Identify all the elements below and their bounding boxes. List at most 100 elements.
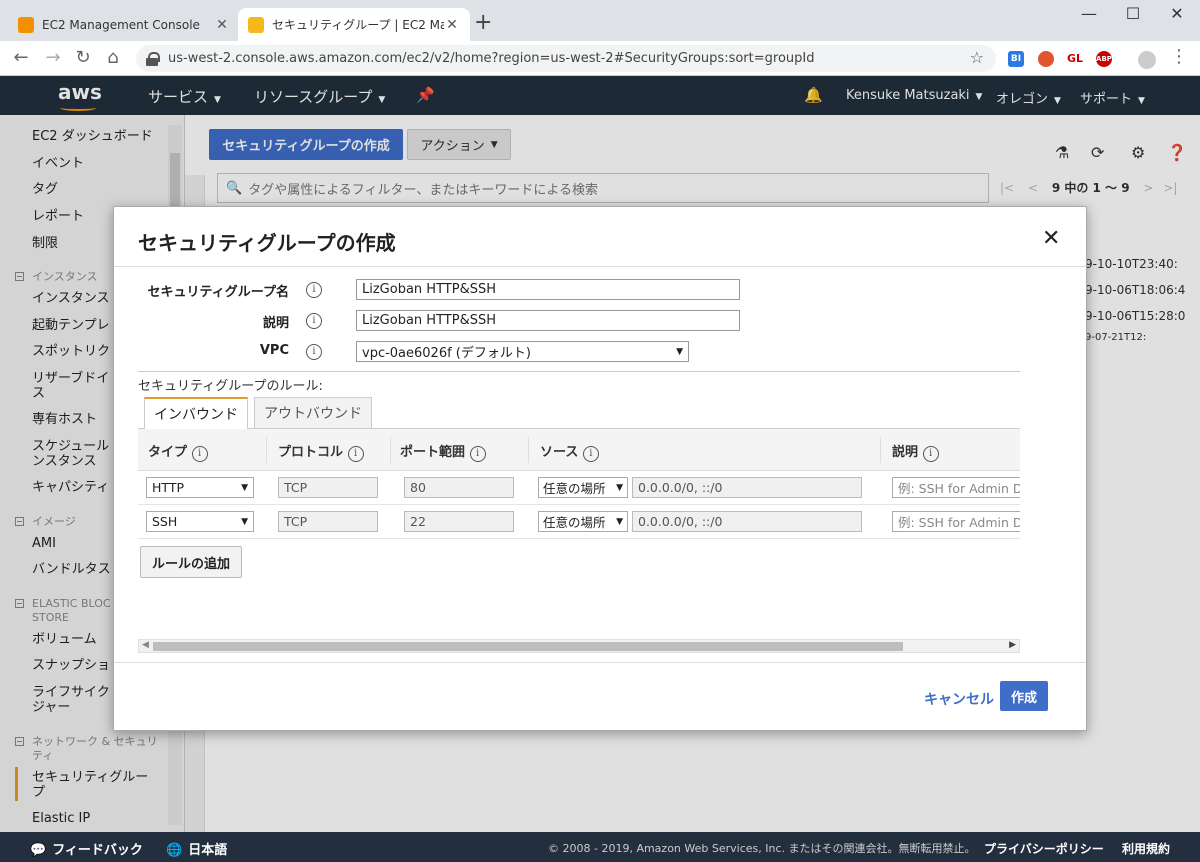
close-icon[interactable]: ✕ — [1042, 226, 1060, 251]
address-bar-row: ← → ↻ ⌂ us-west-2.console.aws.amazon.com… — [0, 41, 1200, 76]
bookmark-star-icon[interactable]: ☆ — [970, 48, 984, 67]
rule-description-input[interactable]: 例: SSH for Admin De — [892, 477, 1020, 498]
minimize-icon[interactable]: — — [1066, 4, 1112, 23]
rule-protocol-field: TCP — [278, 511, 378, 532]
rule-type-select[interactable]: SSH ▼ — [146, 511, 254, 532]
info-icon[interactable]: i — [582, 446, 599, 462]
close-tab-icon[interactable]: ✕ — [444, 17, 460, 33]
divider — [114, 662, 1086, 663]
home-icon[interactable]: ⌂ — [102, 48, 124, 68]
rule-source-select[interactable]: 任意の場所 ▼ — [538, 477, 628, 498]
rules-horizontal-scrollbar[interactable]: ◀ ▶ — [138, 639, 1020, 653]
feedback-link[interactable]: 💬 フィードバック — [30, 839, 143, 858]
rule-cidr-input[interactable]: 0.0.0.0/0, ::/0 — [632, 477, 862, 498]
url-text: us-west-2.console.aws.amazon.com/ec2/v2/… — [168, 51, 815, 66]
divider — [138, 371, 1020, 372]
column-description: 説明 i — [892, 441, 939, 462]
scroll-left-icon[interactable]: ◀ — [142, 640, 149, 650]
divider — [114, 266, 1086, 267]
tab-inbound[interactable]: インバウンド — [144, 397, 248, 429]
security-group-name-input[interactable]: LizGoban HTTP&SSH — [356, 279, 740, 300]
vpc-selected-value: vpc-0ae6026f (デフォルト) — [362, 346, 531, 361]
column-port-range: ポート範囲 i — [400, 441, 486, 462]
browser-tab-security-groups[interactable]: セキュリティグループ | EC2 Managem ✕ — [238, 8, 470, 41]
rule-type-select[interactable]: HTTP ▼ — [146, 477, 254, 498]
rule-row: SSH ▼ TCP 22 任意の場所 ▼ 0.0.0.0/0, ::/0 例: SS… — [138, 505, 1020, 539]
feedback-label: フィードバック — [52, 843, 143, 858]
name-label-text: セキュリティグループ名 — [147, 285, 289, 300]
maximize-icon[interactable]: ☐ — [1110, 4, 1156, 23]
column-divider — [266, 437, 267, 463]
tab-outbound[interactable]: アウトバウンド — [254, 397, 372, 429]
language-label: 日本語 — [188, 843, 228, 858]
extension-gl-icon[interactable]: GL — [1064, 51, 1086, 67]
info-icon[interactable]: i — [306, 282, 322, 298]
rule-source-select[interactable]: 任意の場所 ▼ — [538, 511, 628, 532]
vpc-select[interactable]: vpc-0ae6026f (デフォルト) ▼ — [356, 341, 689, 362]
footer: 💬 フィードバック 🌐 日本語 © 2008 - 2019, Amazon Web … — [0, 832, 1200, 862]
scroll-right-icon[interactable]: ▶ — [1009, 640, 1016, 650]
url-bar[interactable]: us-west-2.console.aws.amazon.com/ec2/v2/… — [136, 45, 996, 72]
extension-abp-icon[interactable]: ABP — [1096, 51, 1112, 67]
browser-tab-bar: EC2 Management Console ✕ セキュリティグループ | EC… — [0, 0, 1200, 41]
column-type: タイプ i — [148, 441, 208, 462]
rules-table: タイプ i プロトコル i ポート範囲 i ソース i 説明 i HTTP ▼ T… — [138, 428, 1020, 658]
info-icon[interactable]: i — [306, 313, 322, 329]
feedback-icon: 💬 — [30, 843, 47, 858]
column-divider — [390, 437, 391, 463]
column-divider — [880, 437, 881, 463]
info-icon[interactable]: i — [306, 344, 322, 360]
column-label: ソース — [540, 445, 579, 460]
scrollbar-thumb[interactable] — [153, 642, 903, 651]
forward-icon[interactable]: → — [42, 48, 64, 68]
language-selector[interactable]: 🌐 日本語 — [166, 839, 227, 858]
add-rule-button[interactable]: ルールの追加 — [140, 546, 242, 578]
profile-avatar-icon[interactable] — [1138, 51, 1156, 69]
back-icon[interactable]: ← — [10, 48, 32, 68]
column-label: プロトコル — [278, 445, 344, 460]
rules-label: セキュリティグループのルール: — [138, 379, 323, 394]
info-icon[interactable]: i — [922, 446, 939, 462]
extension-bi-icon[interactable]: BI — [1008, 51, 1024, 67]
dialog-title: セキュリティグループの作成 — [138, 231, 396, 255]
window-close-icon[interactable]: ✕ — [1154, 4, 1200, 23]
rule-cidr-input[interactable]: 0.0.0.0/0, ::/0 — [632, 511, 862, 532]
rule-port-field: 22 — [404, 511, 514, 532]
description-label: 説明 — [134, 312, 289, 331]
dropdown-arrow-icon: ▼ — [616, 516, 623, 527]
column-label: ポート範囲 — [400, 445, 466, 460]
dropdown-arrow-icon: ▼ — [616, 482, 623, 493]
info-icon[interactable]: i — [191, 446, 208, 462]
dropdown-arrow-icon: ▼ — [676, 346, 683, 357]
tab-title: セキュリティグループ | EC2 Managem — [272, 18, 444, 32]
info-icon[interactable]: i — [469, 446, 486, 462]
cancel-button[interactable]: キャンセル — [924, 689, 994, 709]
dropdown-arrow-icon: ▼ — [241, 482, 248, 493]
column-label: タイプ — [148, 445, 188, 460]
vpc-label-text: VPC — [259, 343, 289, 358]
copyright: © 2008 - 2019, Amazon Web Services, Inc.… — [548, 842, 976, 855]
rule-description-input[interactable]: 例: SSH for Admin De — [892, 511, 1020, 532]
reload-icon[interactable]: ↻ — [72, 48, 94, 68]
description-input[interactable]: LizGoban HTTP&SSH — [356, 310, 740, 331]
column-label: 説明 — [892, 445, 919, 460]
create-button[interactable]: 作成 — [1000, 681, 1048, 711]
rule-port-field: 80 — [404, 477, 514, 498]
aws-favicon-icon — [18, 16, 34, 33]
info-icon[interactable]: i — [347, 446, 364, 462]
cube-favicon-icon — [248, 16, 264, 33]
close-tab-icon[interactable]: ✕ — [214, 17, 230, 33]
terms-link[interactable]: 利用規約 — [1122, 840, 1170, 857]
rule-type-value: SSH — [152, 514, 178, 529]
rule-source-value: 任意の場所 — [543, 481, 606, 496]
extension-shield-icon[interactable] — [1038, 51, 1054, 67]
description-label-text: 説明 — [262, 316, 289, 331]
browser-menu-icon[interactable]: ⋮ — [1168, 47, 1190, 67]
dropdown-arrow-icon: ▼ — [241, 516, 248, 527]
privacy-policy-link[interactable]: プライバシーポリシー — [984, 840, 1104, 857]
globe-icon: 🌐 — [166, 843, 183, 858]
browser-tab-ec2[interactable]: EC2 Management Console ✕ — [8, 8, 240, 41]
column-source: ソース i — [540, 441, 599, 462]
column-divider — [528, 437, 529, 463]
new-tab-icon[interactable]: + — [474, 12, 492, 34]
